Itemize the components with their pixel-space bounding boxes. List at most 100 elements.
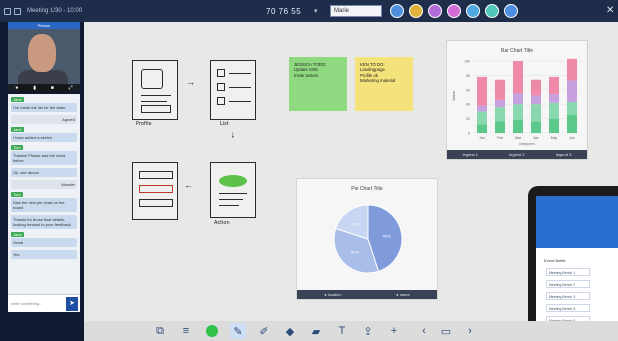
menu-icon[interactable]: ≡ [178,323,194,339]
page-icon[interactable]: ▭ [438,323,454,339]
upload-icon[interactable]: ⇪ [360,323,376,339]
bar-segment[interactable] [477,76,487,106]
pie-slice-label: 35% [351,250,359,255]
chat-sender: Tom [11,192,23,197]
sticky-note-ken[interactable]: KEN TO DO: Landingpage Profile ok Market… [355,57,413,111]
bar-segment[interactable] [531,79,541,96]
participant-avatar[interactable] [447,4,461,18]
bar-chart-ytick: 80 [466,74,470,78]
close-icon[interactable]: ✕ [606,5,614,16]
bar-segment[interactable] [531,104,541,122]
bar-chart-xtick: Jun [569,136,575,140]
bar-chart-xtick: Feb [497,136,503,140]
bar-segment[interactable] [477,111,487,125]
tablet-list-item[interactable]: Meeting Bench 4 [546,304,590,312]
sketch-form[interactable] [132,162,178,220]
marker-icon[interactable]: ✐ [256,323,272,339]
send-button[interactable]: ➤ [66,297,78,311]
bar-segment[interactable] [567,102,577,115]
participant-avatar[interactable] [485,4,499,18]
tablet-screen: Event Bottle Meeting Bench 1 Meeting Ben… [536,196,618,341]
sticky-note-icon[interactable]: ▰ [308,323,324,339]
chat-bubble: Agreed [11,115,77,124]
participant-avatar[interactable] [504,4,518,18]
bar-chart: Value 0 20 40 60 80 100 Jan Feb Mar Apr May Jun categ… [451,58,581,146]
window-icon[interactable] [14,7,21,15]
hangup-icon[interactable]: ■ [51,85,54,91]
eraser-icon[interactable]: ◆ [282,323,298,339]
bar-segment[interactable] [495,107,505,122]
bar-segment[interactable] [567,80,577,103]
participant-avatar[interactable] [428,4,442,18]
pie-chart-card[interactable]: Pie Chart Title 45% 35% 20% ● location ● n… [296,178,438,300]
bar-segment[interactable] [513,93,523,105]
app-icon[interactable] [4,7,11,15]
sticky-note-jessica[interactable]: JESSICA TODO: Update SOE Invite testers [289,57,347,111]
expand-icon[interactable]: ⤢ [69,85,73,91]
bar-segment[interactable] [477,105,487,112]
bar-chart-xtick: Jan [479,136,485,140]
chat-bubble: Thanks for those final details, looking … [11,215,77,229]
arrow-down-icon: → [229,130,240,140]
tablet-list-item[interactable]: Meeting Bench 2 [546,280,590,288]
chat-message: Jane I have added a sketch [11,127,77,142]
chat-sender: Jane [11,127,24,132]
bar-segment[interactable] [495,121,505,133]
participant-avatar[interactable] [466,4,480,18]
chat-bubble: Wonder [11,180,77,189]
chat-bubble: Great [11,238,77,247]
chat-bubble: Ok, see above [11,168,77,177]
pen-icon[interactable]: ✎ [230,323,246,339]
user-dropdown[interactable]: Marie [330,5,382,17]
bar-segment[interactable] [495,79,505,100]
bar-segment[interactable] [513,61,523,94]
prev-page-icon[interactable]: ‹ [416,323,432,339]
bar-segment[interactable] [567,58,577,81]
bar-segment[interactable] [549,76,559,95]
chat-input[interactable]: write something... ➤ [8,294,80,312]
pie-chart-legend: ● location ● name [297,290,437,299]
chat-message: Jane I've made the list for the team [11,97,77,112]
arrow-left-icon: ← [184,180,193,190]
layers-icon[interactable]: ⧉ [152,323,168,339]
bar-segment[interactable] [549,118,559,133]
chat-bubble: Yes [11,250,77,259]
sticky-line: Marketing material [360,78,396,84]
add-icon[interactable]: + [386,323,402,339]
mic-icon[interactable]: ● [15,85,18,91]
bar-segment[interactable] [513,120,523,133]
tablet-list-item[interactable]: Meeting Bench 3 [546,292,590,300]
bar-segment[interactable] [531,95,541,105]
sticky-line: Invite testers [294,72,319,78]
bar-chart-ytick: 20 [466,117,470,121]
text-icon[interactable]: T [334,323,350,339]
tablet-header [536,196,618,248]
bar-segment[interactable] [549,102,559,119]
pie-slice-label: 45% [382,234,390,239]
chat-message: Agreed [11,115,77,124]
sketch-profile[interactable] [132,60,178,120]
participant-avatar[interactable] [390,4,404,18]
sketch-list[interactable] [210,60,256,120]
bar-chart-ytick: 40 [466,103,470,107]
bar-segment[interactable] [477,124,487,133]
participant-avatar[interactable] [409,4,423,18]
bar-chart-card[interactable]: Bar Chart Title Value 0 20 40 60 80 100 Jan Feb M… [446,40,588,160]
camera-icon[interactable]: ▮ [33,85,36,91]
bar-segment[interactable] [549,94,559,103]
chat-message: Ok, see above [11,168,77,177]
bar-segment[interactable] [495,99,505,108]
chevron-down-icon[interactable]: ▾ [314,7,318,15]
chat-sender: Jane [11,232,24,237]
legend-item: legend 3 [555,152,572,157]
next-page-icon[interactable]: › [462,323,478,339]
bar-segment[interactable] [567,115,577,133]
sketch-action[interactable] [210,162,256,218]
tablet-device: Event Bottle Meeting Bench 1 Meeting Ben… [528,186,618,341]
bar-chart-ylabel: Value [451,90,456,101]
color-picker-button[interactable] [204,323,220,339]
window-controls [4,7,21,15]
bar-segment[interactable] [531,121,541,133]
bar-segment[interactable] [513,104,523,121]
tablet-list-item[interactable]: Meeting Bench 1 [546,268,590,276]
